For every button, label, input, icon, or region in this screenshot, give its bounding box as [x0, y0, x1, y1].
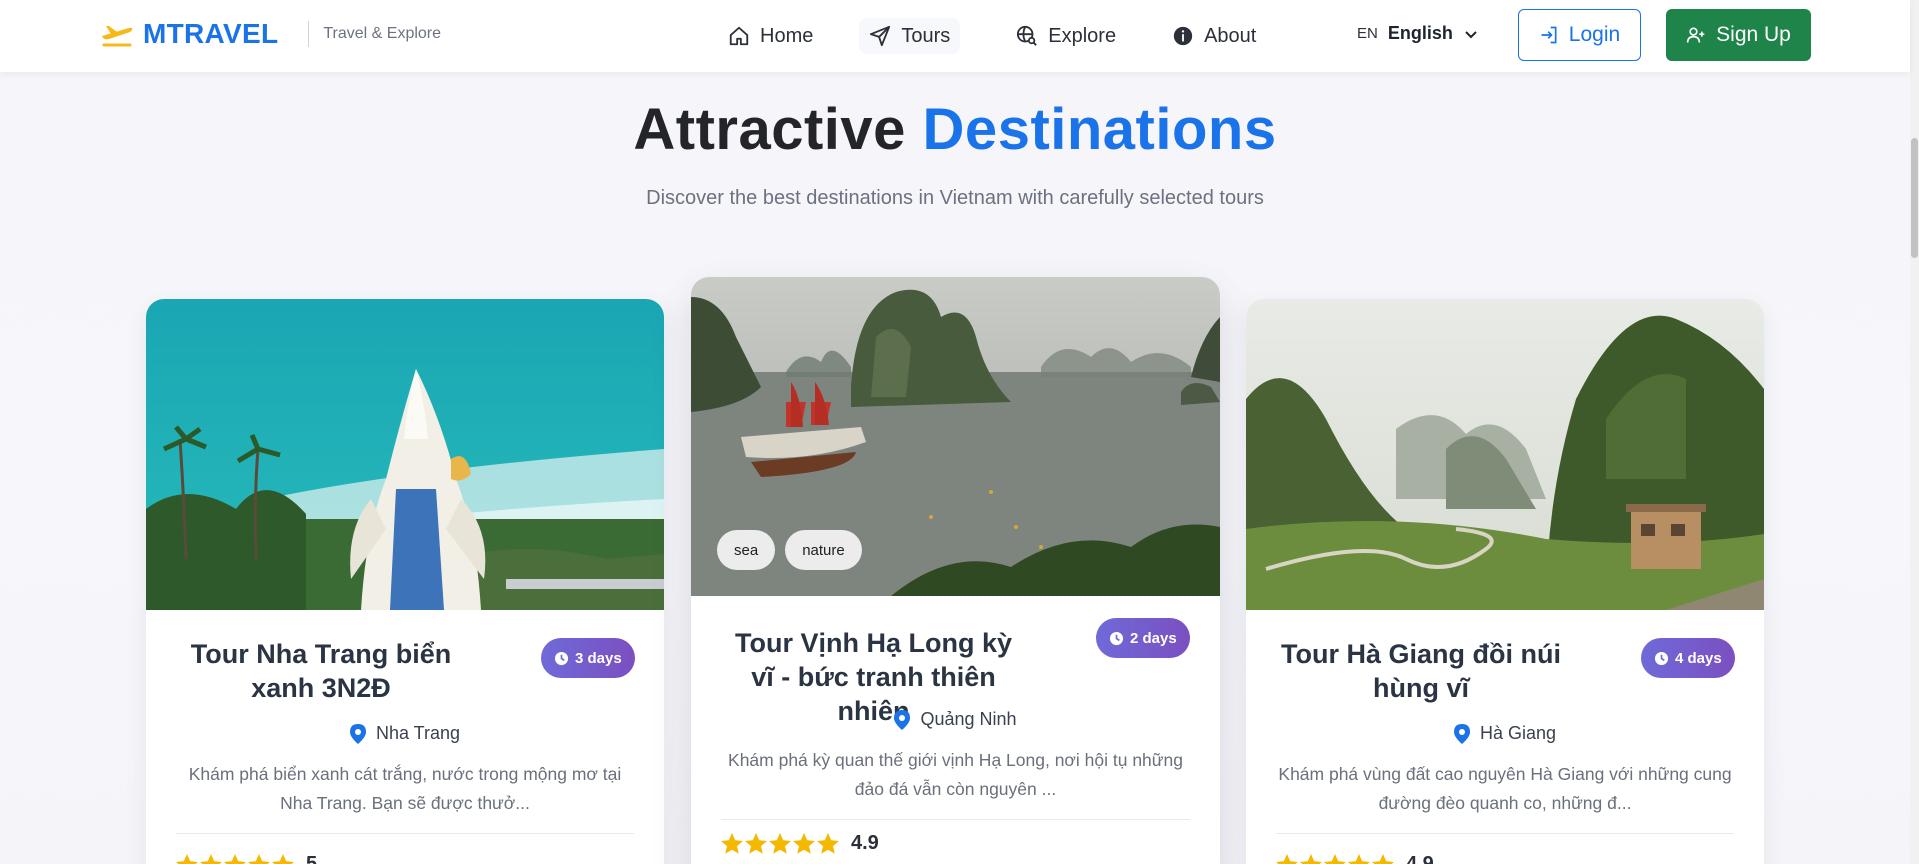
clock-icon [554, 651, 569, 665]
star-icon [1300, 853, 1322, 864]
top-navbar: MTRAVEL Travel & Explore Home Tours Expl… [0, 0, 1910, 72]
globe-search-icon [1017, 25, 1038, 46]
rating-value: 5 [306, 853, 318, 864]
tour-location: Hà Giang [1246, 723, 1764, 744]
section-title: Attractive Destinations [0, 96, 1910, 163]
tour-card[interactable]: Tour Hà Giang đồi núi hùng vĩ 4 days Hà … [1246, 299, 1764, 864]
section-title-main: Attractive [633, 97, 906, 162]
ha-giang-photo [1246, 299, 1764, 610]
star-icon [1348, 853, 1370, 864]
location-label: Hà Giang [1479, 723, 1557, 743]
brand[interactable]: MTRAVEL Travel & Explore [99, 16, 441, 52]
login-button[interactable]: Login [1518, 9, 1641, 61]
nav-item-home[interactable]: Home [728, 18, 813, 54]
page-scrollbar[interactable] [1910, 0, 1919, 864]
card-divider [176, 833, 634, 834]
tour-card[interactable]: Tour Nha Trang biển xanh 3N2Đ 3 days Nha… [146, 299, 664, 864]
star-icon [272, 853, 294, 864]
duration-label: 4 days [1675, 649, 1722, 667]
scrollbar-thumb[interactable] [1911, 138, 1918, 258]
tour-location: Nha Trang [146, 723, 664, 744]
nav-label: Home [760, 24, 814, 47]
tour-location: Quảng Ninh [691, 709, 1220, 730]
tour-rating: 4.9 [721, 832, 879, 855]
language-name: English [1387, 23, 1453, 43]
nav-label: Explore [1048, 24, 1117, 47]
rating-stars [721, 832, 841, 855]
section-title-accent: Destinations [922, 97, 1277, 162]
tour-description: Khám phá vùng đất cao nguyên Hà Giang vớ… [1278, 764, 1732, 813]
language-selector[interactable]: EN English [1357, 23, 1479, 44]
star-icon [721, 832, 743, 854]
tour-rating: 4.9 [1276, 853, 1434, 864]
rating-value: 4.9 [851, 832, 879, 854]
clock-icon [1654, 651, 1669, 665]
plane-icon [102, 26, 133, 47]
user-plus-icon [1686, 27, 1705, 43]
duration-label: 3 days [575, 649, 622, 667]
nav-label: About [1204, 24, 1257, 47]
main-nav: Home Tours Explore About [728, 18, 1256, 54]
star-icon [769, 832, 791, 854]
tour-description: Khám phá kỳ quan thế giới vịnh Hạ Long, … [728, 750, 1183, 799]
signup-button[interactable]: Sign Up [1666, 9, 1811, 61]
brand-divider [308, 21, 310, 47]
star-icon [1276, 853, 1298, 864]
star-icon [200, 853, 222, 864]
section-subtitle: Discover the best destinations in Vietna… [646, 187, 1264, 209]
nav-item-about[interactable]: About [1172, 18, 1256, 54]
tour-image[interactable] [146, 299, 664, 610]
tour-image[interactable]: sea nature [691, 277, 1220, 596]
star-icon [1372, 853, 1394, 864]
tag-chip[interactable]: sea [717, 530, 776, 570]
location-label: Nha Trang [375, 723, 461, 743]
card-divider [1276, 833, 1734, 834]
home-icon [729, 26, 749, 46]
tour-title[interactable]: Tour Nha Trang biển xanh 3N2Đ [181, 637, 461, 705]
star-icon [745, 832, 767, 854]
location-pin-icon [894, 709, 911, 730]
star-icon [176, 853, 198, 864]
rating-stars [1276, 853, 1396, 864]
tour-card[interactable]: sea nature Tour Vịnh Hạ Long kỳ vĩ - bức… [691, 277, 1220, 864]
tag-list: sea nature [717, 530, 872, 570]
login-icon [1541, 26, 1557, 44]
nav-item-explore[interactable]: Explore [1016, 18, 1116, 54]
clock-icon [1109, 631, 1124, 645]
nav-item-tours[interactable]: Tours [859, 18, 961, 54]
star-icon [224, 853, 246, 864]
info-icon [1173, 26, 1193, 46]
brand-name: MTRAVEL [143, 18, 279, 49]
tag-chip[interactable]: nature [785, 530, 862, 570]
tour-image[interactable] [1246, 299, 1764, 610]
star-icon [248, 853, 270, 864]
star-icon [1324, 853, 1346, 864]
rating-value: 4.9 [1406, 853, 1434, 864]
tour-description: Khám phá biển xanh cát trắng, nước trong… [188, 764, 622, 813]
duration-badge: 3 days [541, 638, 635, 678]
language-code: EN [1357, 25, 1378, 42]
nha-trang-photo [146, 299, 664, 610]
card-divider [721, 819, 1190, 820]
send-icon [870, 25, 891, 47]
duration-badge: 2 days [1096, 618, 1190, 658]
star-icon [817, 832, 839, 854]
brand-tagline: Travel & Explore [323, 25, 442, 42]
duration-badge: 4 days [1641, 638, 1735, 678]
star-icon [793, 832, 815, 854]
login-label: Login [1568, 23, 1621, 46]
chevron-down-icon [1465, 30, 1477, 38]
duration-label: 2 days [1130, 629, 1177, 647]
tour-title[interactable]: Tour Hà Giang đồi núi hùng vĩ [1271, 637, 1571, 705]
rating-stars [176, 853, 296, 864]
signup-label: Sign Up [1716, 23, 1791, 46]
location-pin-icon [1453, 723, 1470, 744]
tour-rating: 5 [176, 853, 317, 864]
location-label: Quảng Ninh [920, 709, 1017, 729]
location-pin-icon [349, 723, 366, 744]
nav-label: Tours [901, 24, 951, 47]
